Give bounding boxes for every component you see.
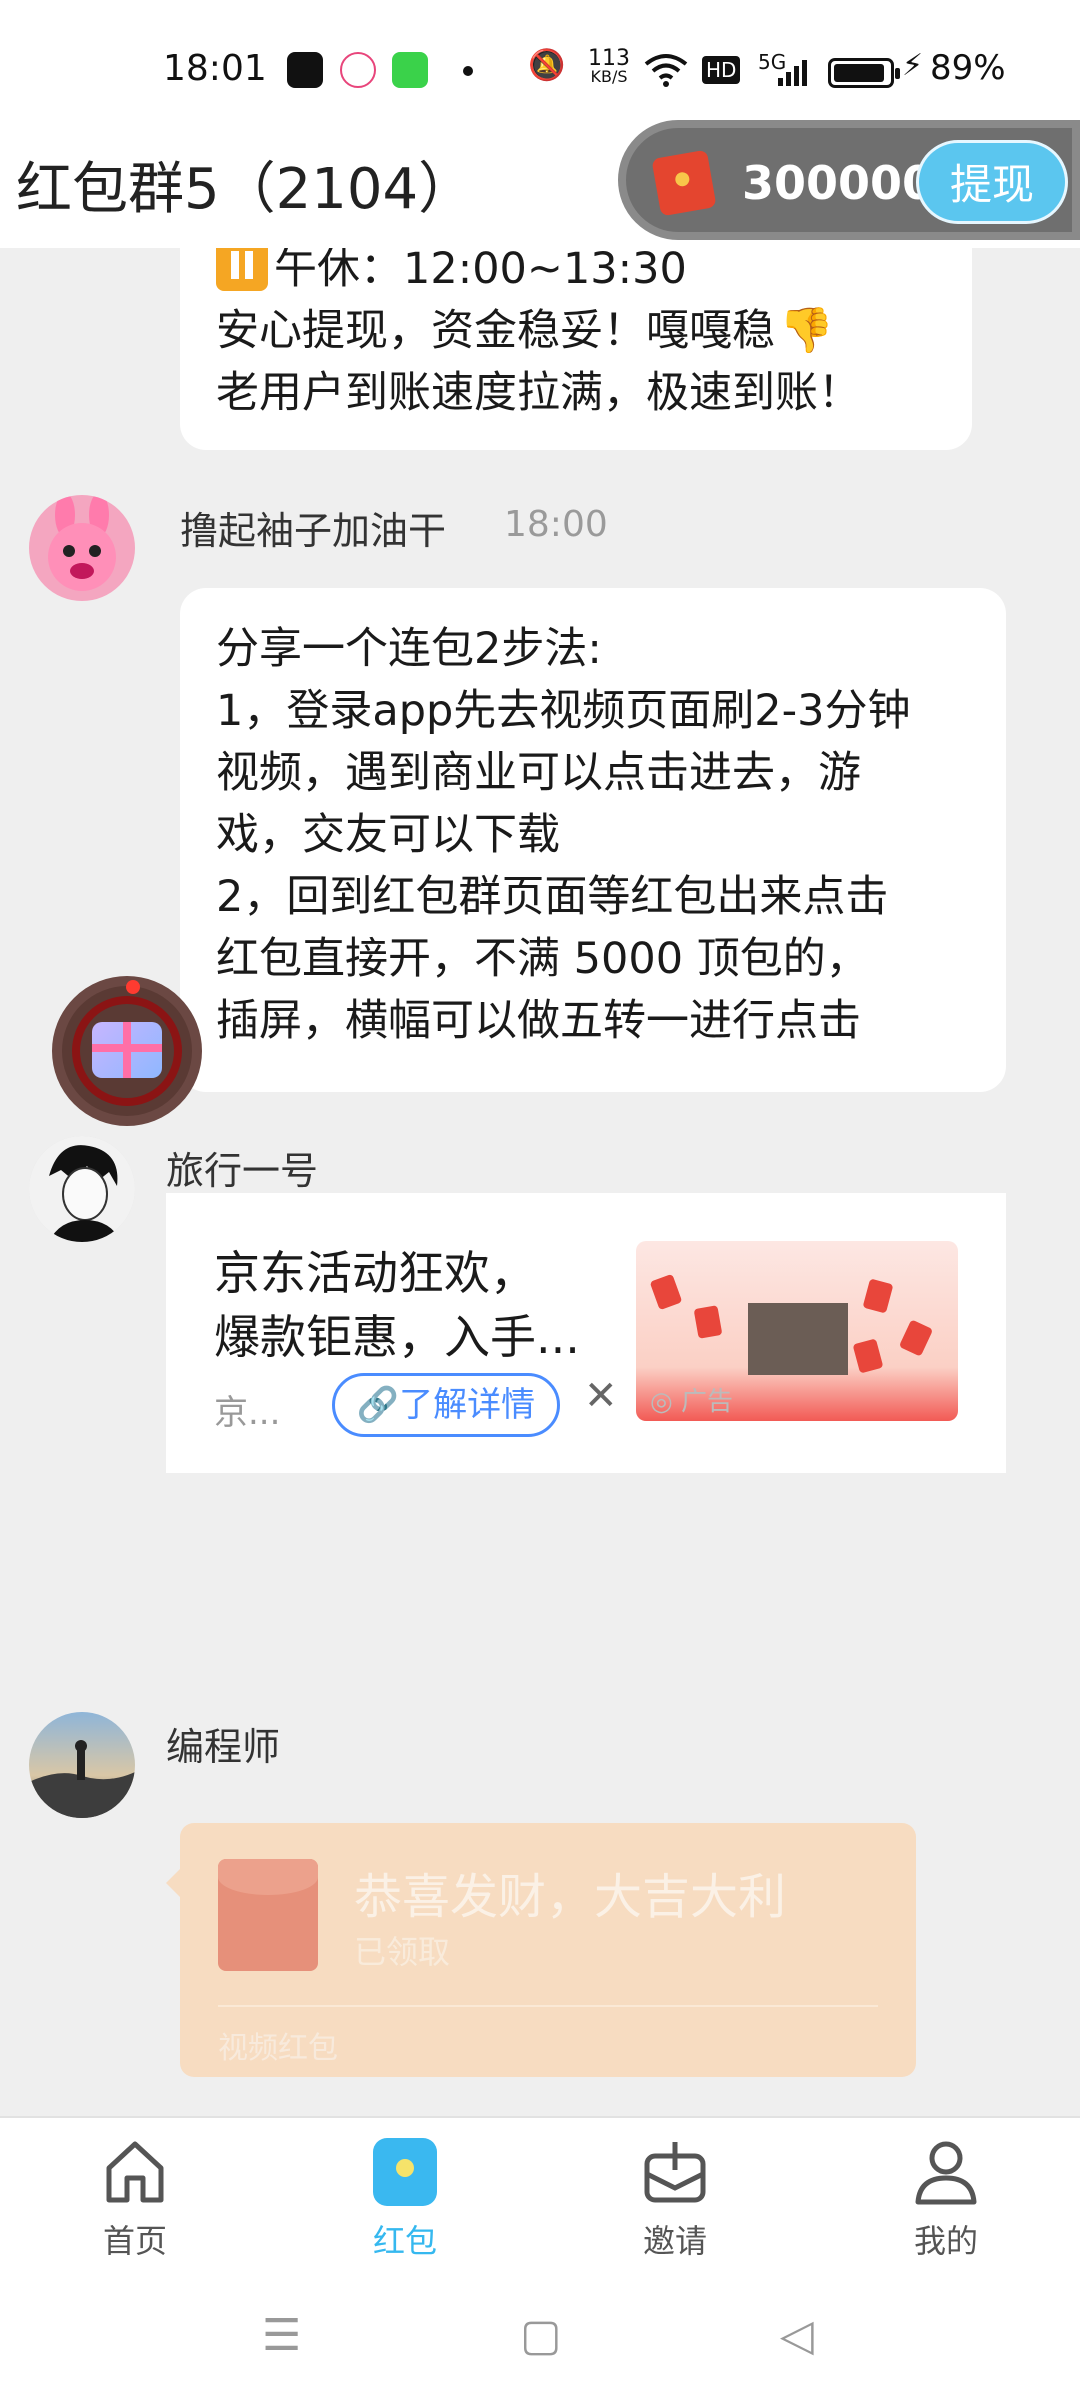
nav-item-home[interactable]: 首页 xyxy=(55,2128,215,2260)
nav-label: 首页 xyxy=(102,2222,167,2260)
wallet-balance-pill[interactable]: 300000 提现 xyxy=(618,120,1080,240)
message-line: 2，回到红包群页面等红包出来点击 xyxy=(216,872,889,922)
charging-icon: ⚡ xyxy=(902,48,924,83)
red-packet-icon xyxy=(373,2138,437,2206)
network-speed: 113 KB/S xyxy=(588,46,630,86)
message-line: 视频，遇到商业可以点击进去，游 xyxy=(216,748,861,798)
link-icon: 🔗 xyxy=(356,1385,400,1425)
battery-icon xyxy=(828,58,900,88)
red-packet-card[interactable]: 恭喜发财，大吉大利 已领取 视频红包 xyxy=(166,1823,916,2077)
message-line: 安心提现，资金稳妥！嘎嘎稳👎 xyxy=(216,300,936,362)
ad-button-label: 了解详情 xyxy=(399,1385,536,1425)
nav-label: 我的 xyxy=(913,2222,978,2260)
message-line: 分享一个连包2步法: xyxy=(216,624,602,674)
message-text: 午休：12:00~13:30 xyxy=(274,248,687,294)
home-square-icon[interactable]: ▢ xyxy=(520,2310,562,2361)
nav-label: 邀请 xyxy=(642,2222,707,2260)
green-app-icon xyxy=(392,52,428,88)
ad-tag: ◎ 广告 xyxy=(650,1381,733,1418)
pink-app-icon xyxy=(340,52,376,88)
sender-avatar[interactable] xyxy=(29,495,135,601)
ad-learn-more-button[interactable]: 🔗了解详情 xyxy=(332,1373,560,1437)
gift-progress-dot xyxy=(126,980,140,994)
message-time: 18:00 xyxy=(504,504,608,545)
nav-item-invite[interactable]: 邀请 xyxy=(595,2128,755,2260)
ad-photo xyxy=(748,1303,848,1375)
red-packet-type: 视频红包 xyxy=(218,2031,338,2066)
ad-tag-icon: ◎ xyxy=(650,1387,673,1417)
message-text: 安心提现，资金稳妥！嘎嘎稳 xyxy=(216,306,775,356)
signal-icon xyxy=(778,60,807,86)
red-packet-status: 已领取 xyxy=(354,1933,451,1971)
ad-image[interactable]: ◎ 广告 xyxy=(636,1241,958,1421)
notification-dot-icon xyxy=(463,66,473,76)
profile-icon xyxy=(915,2141,977,2205)
nav-item-red-packet[interactable]: 红包 xyxy=(325,2128,485,2260)
menu-icon[interactable]: ☰ xyxy=(262,2310,301,2361)
group-title: 红包群5（2104） xyxy=(16,157,475,222)
sketch-man-avatar-icon xyxy=(29,1136,135,1242)
ad-envelope-graphic xyxy=(649,1273,683,1311)
ad-envelope-graphic xyxy=(898,1319,934,1357)
landscape-avatar-icon xyxy=(29,1740,135,1818)
ad-text-line: 京东活动狂欢， xyxy=(214,1246,536,1300)
sender-name: 编程师 xyxy=(166,1725,281,1769)
red-envelope-icon xyxy=(651,149,717,217)
withdraw-button[interactable]: 提现 xyxy=(916,140,1068,224)
message-line: 戏，交友可以下载 xyxy=(216,810,560,860)
thumbs-down-hand-icon: 👎 xyxy=(779,305,834,356)
divider xyxy=(218,2005,878,2007)
ad-text-line: 爆款钜惠，入手... xyxy=(214,1310,580,1364)
ad-tag-label: 广告 xyxy=(680,1387,733,1417)
red-packet-title: 恭喜发财，大吉大利 xyxy=(354,1869,787,1925)
message-line: 午休：12:00~13:30 xyxy=(216,248,936,300)
invite-icon xyxy=(644,2142,706,2203)
status-bar: 18:01 🔕 113 KB/S HD 5G ⚡ 89% xyxy=(0,0,1080,120)
message-line: 1，登录app先去视频页面刷2-3分钟 xyxy=(216,686,911,736)
red-envelope-icon xyxy=(218,1859,318,1971)
message-line: 老用户到账速度拉满，极速到账！ xyxy=(216,368,861,418)
sender-avatar[interactable] xyxy=(29,1136,135,1242)
gift-box-icon xyxy=(92,1022,162,1078)
message-line: 插屏，横幅可以做五转一进行点击 xyxy=(216,996,861,1046)
message-bubble: 分享一个连包2步法: 1，登录app先去视频页面刷2-3分钟 视频，遇到商业可以… xyxy=(180,588,1006,1092)
sender-avatar[interactable] xyxy=(29,1712,135,1818)
ad-envelope-graphic xyxy=(852,1338,884,1374)
ad-source: 京... xyxy=(214,1393,281,1433)
battery-percent: 89% xyxy=(930,48,1006,88)
network-speed-unit: KB/S xyxy=(590,67,628,86)
sender-name: 旅行一号 xyxy=(166,1149,319,1193)
ad-close-icon[interactable]: ✕ xyxy=(584,1373,618,1419)
message-line: 红包直接开，不满 5000 顶包的， xyxy=(216,934,869,984)
system-navigation-bar: ☰ ▢ ◁ xyxy=(0,2264,1080,2400)
nav-item-profile[interactable]: 我的 xyxy=(866,2128,1026,2260)
ad-text: 京东活动狂欢， 爆款钜惠，入手... xyxy=(214,1241,580,1369)
status-time: 18:01 xyxy=(163,48,267,89)
bottom-navigation: 首页 红包 邀请 我的 xyxy=(0,2116,1080,2264)
tiktok-app-icon xyxy=(287,52,323,88)
chat-header: 红包群5（2104） 300000 提现 xyxy=(0,120,1080,248)
ad-envelope-graphic xyxy=(862,1278,894,1314)
mute-icon: 🔕 xyxy=(528,48,566,83)
balance-amount: 300000 xyxy=(742,156,935,210)
bunny-avatar-icon xyxy=(48,495,116,591)
wifi-icon xyxy=(644,54,688,87)
nav-label: 红包 xyxy=(372,2222,437,2260)
ad-card[interactable]: 京东活动狂欢， 爆款钜惠，入手... 京... 🔗了解详情 ✕ ◎ 广告 xyxy=(166,1193,1006,1473)
chat-message-list[interactable]: 午休：12:00~13:30 安心提现，资金稳妥！嘎嘎稳👎 老用户到账速度拉满，… xyxy=(0,248,1080,2116)
message-bubble: 午休：12:00~13:30 安心提现，资金稳妥！嘎嘎稳👎 老用户到账速度拉满，… xyxy=(180,248,972,450)
sender-name: 撸起袖子加油干 xyxy=(180,509,447,553)
back-icon[interactable]: ◁ xyxy=(780,2310,814,2361)
ad-envelope-graphic xyxy=(693,1305,723,1339)
network-speed-value: 113 xyxy=(588,46,630,71)
home-icon xyxy=(106,2141,164,2203)
floating-gift-button[interactable] xyxy=(52,976,202,1126)
hd-icon: HD xyxy=(702,56,741,84)
pause-icon xyxy=(216,248,268,291)
